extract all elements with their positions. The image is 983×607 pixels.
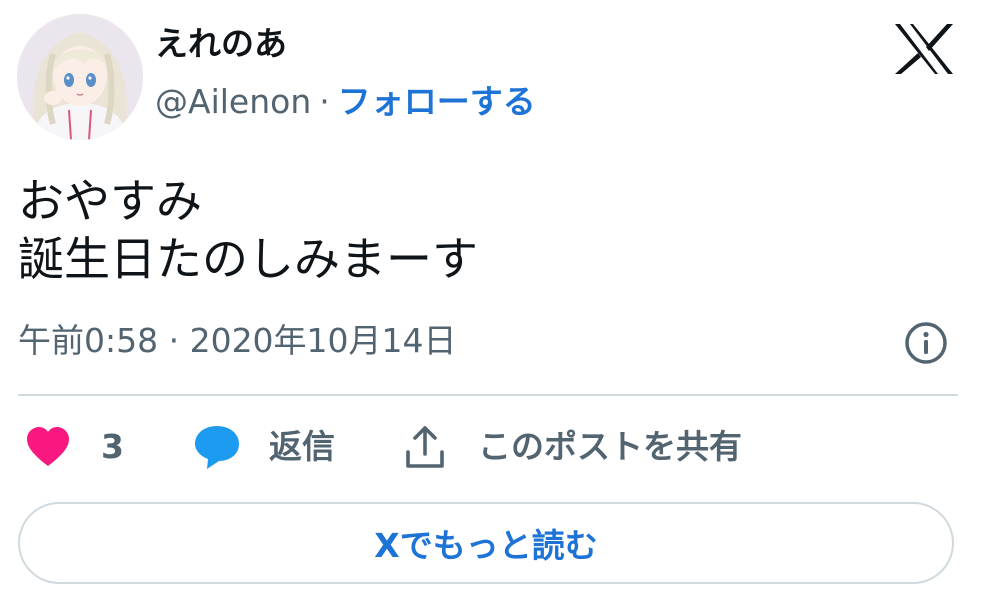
author-handle-row: @Ailenon · フォローする: [155, 80, 536, 124]
share-upload-icon: [406, 426, 444, 468]
reply-label: 返信: [269, 427, 335, 466]
post-text-line: おやすみ: [18, 174, 202, 228]
post-actions: 3 返信 このポストを共有: [0, 418, 983, 478]
post-timestamp[interactable]: 午前0:58 · 2020年10月14日: [18, 318, 457, 364]
share-button[interactable]: このポストを共有: [404, 424, 742, 470]
heart-icon: [27, 427, 69, 466]
like-count: 3: [101, 427, 124, 466]
speech-bubble-icon: [195, 426, 239, 469]
like-button[interactable]: 3: [25, 424, 124, 470]
author-handle[interactable]: @Ailenon: [155, 82, 311, 121]
follow-button[interactable]: フォローする: [338, 82, 536, 121]
reply-button[interactable]: 返信: [193, 424, 335, 470]
info-icon[interactable]: [903, 320, 949, 366]
author-avatar[interactable]: [17, 14, 143, 140]
author-display-name[interactable]: えれのあ: [155, 22, 287, 66]
post-text: おやすみ 誕生日たのしみまーす: [18, 172, 478, 288]
share-label: このポストを共有: [478, 427, 742, 466]
handle-separator: ·: [319, 82, 330, 121]
read-more-on-x-button[interactable]: Xでもっと読む: [18, 502, 954, 584]
x-logo-icon[interactable]: [893, 22, 955, 76]
divider: [18, 394, 958, 396]
embedded-post-card: えれのあ @Ailenon · フォローする おやすみ 誕生日たのしみまーす 午前0…: [0, 0, 983, 607]
post-text-line: 誕生日たのしみまーす: [18, 232, 478, 286]
